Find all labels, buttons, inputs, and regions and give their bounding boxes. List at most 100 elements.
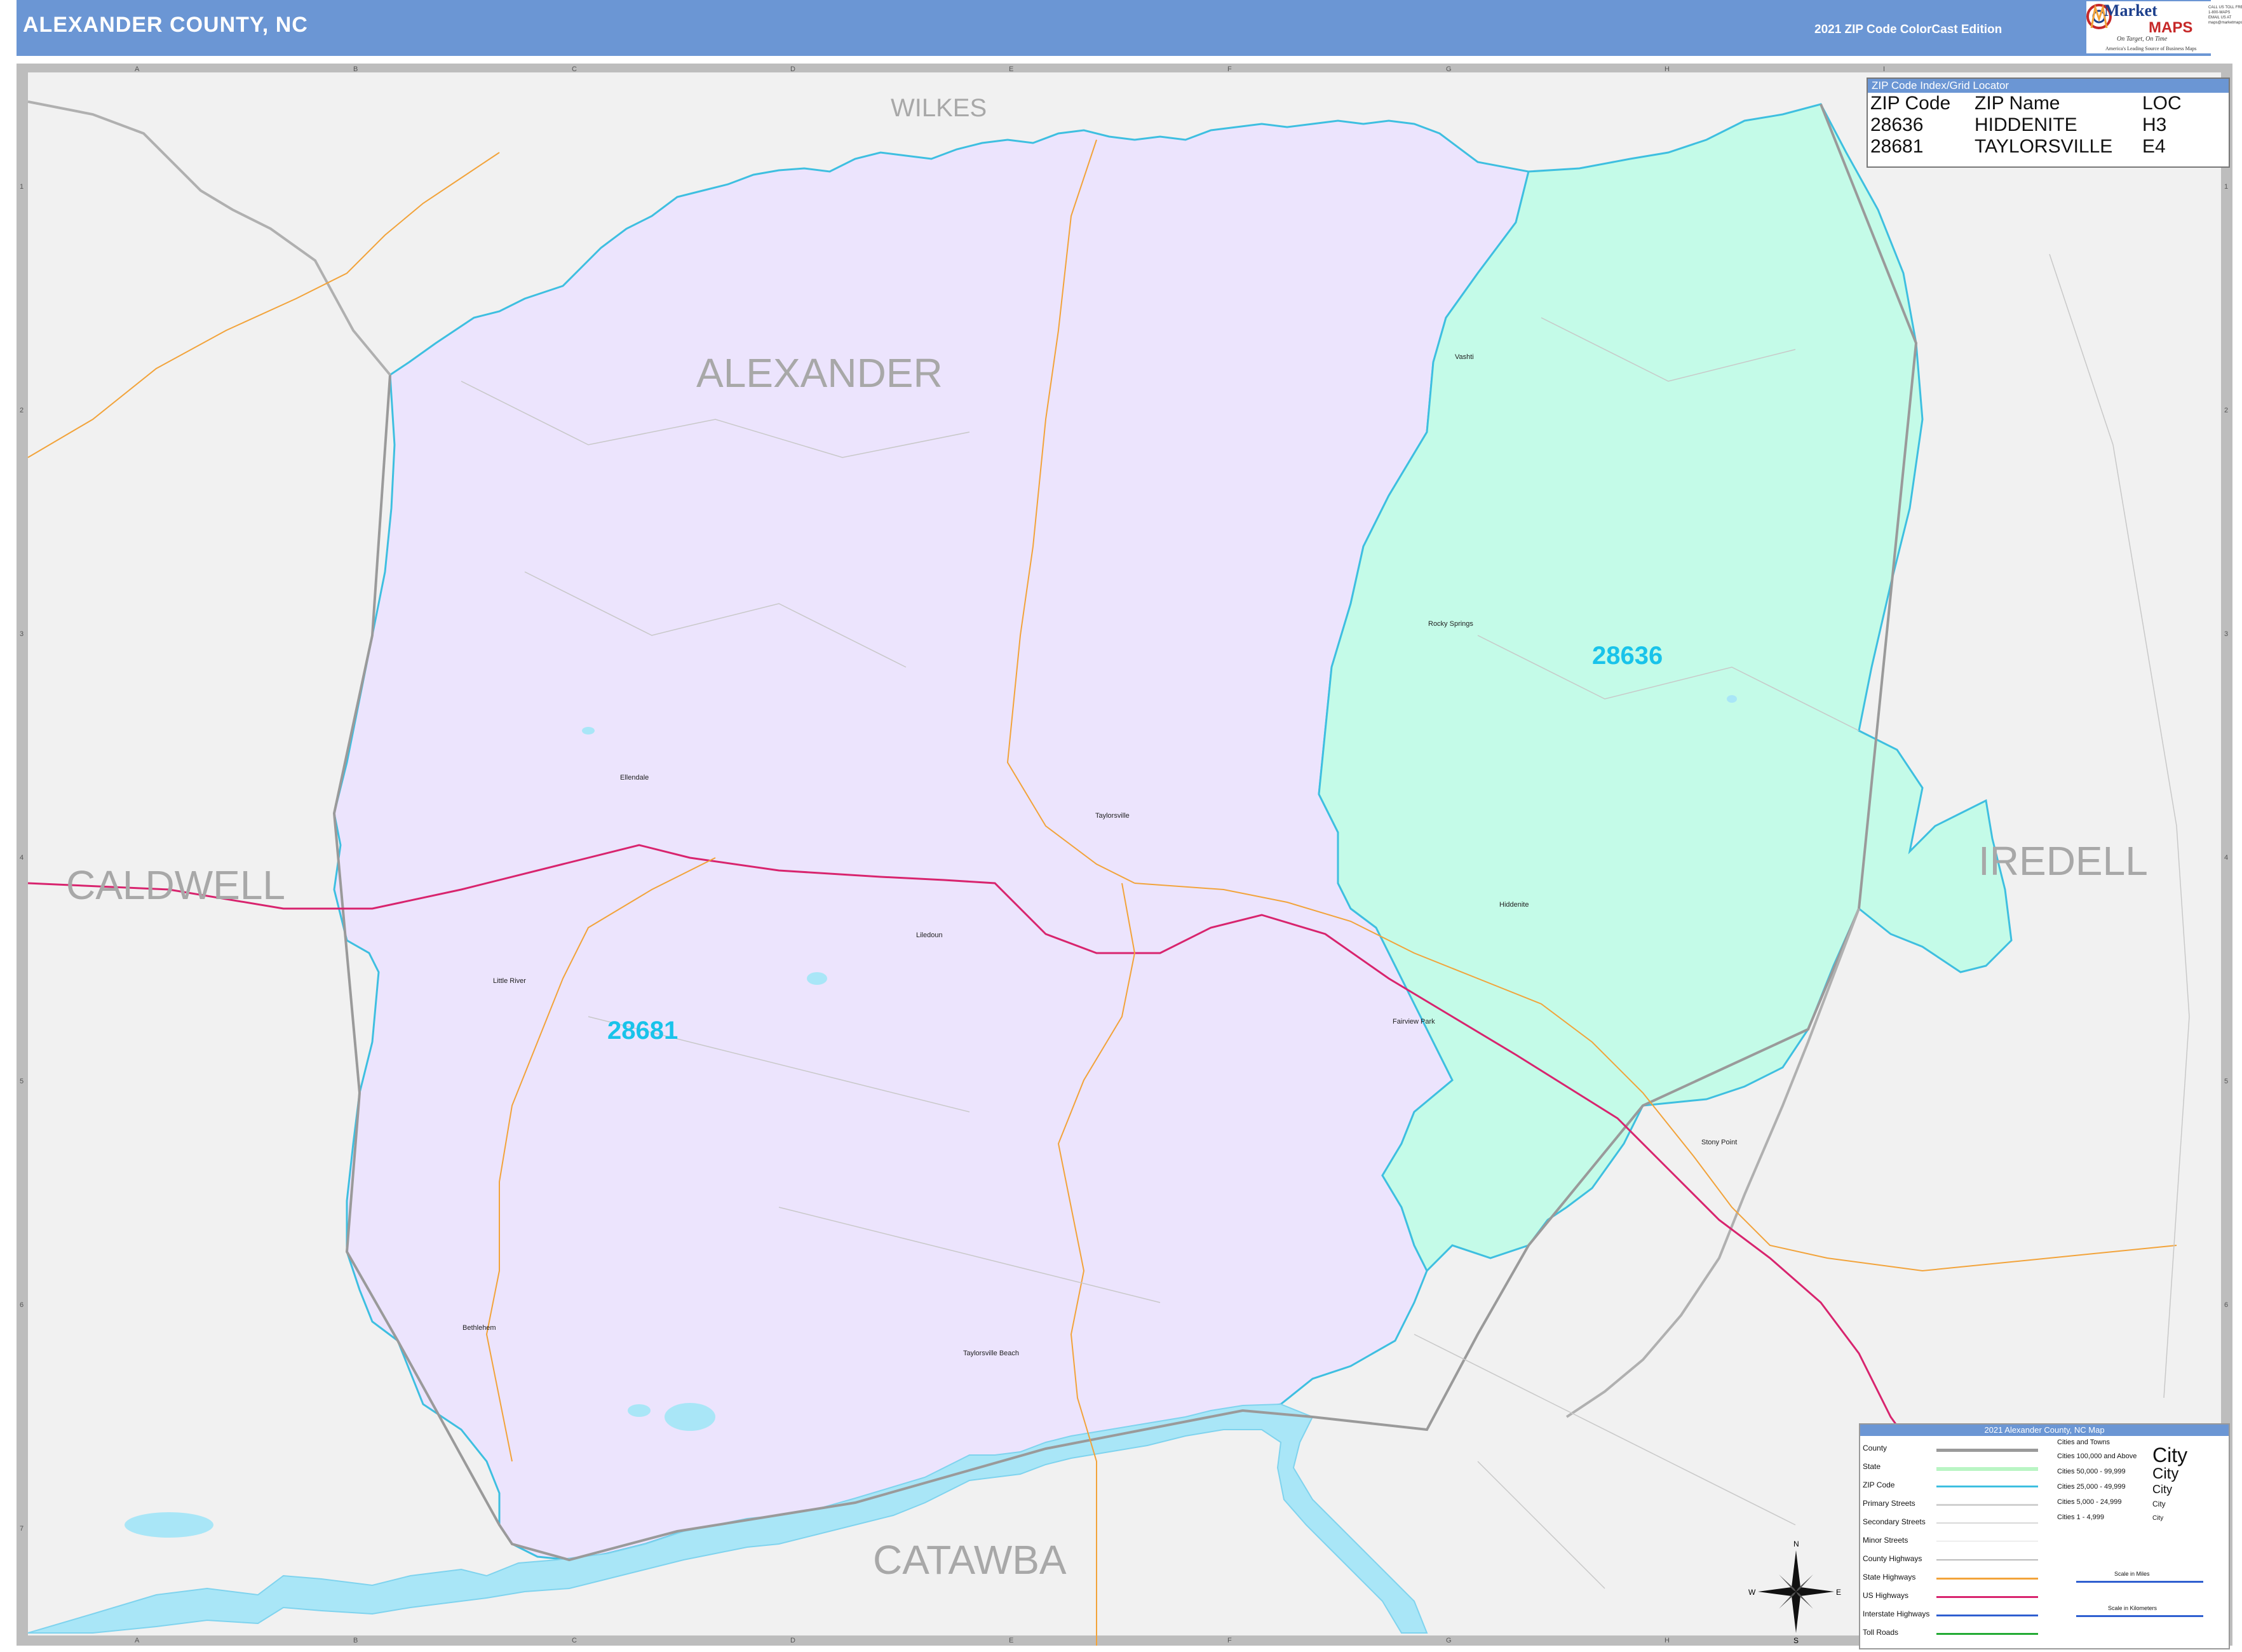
map-canvas[interactable] (17, 64, 2232, 1646)
grid-col-b: B (353, 65, 358, 73)
legend-city-sample-2: City (2152, 1465, 2179, 1482)
grid-col-h-bottom: H (1665, 1637, 1670, 1644)
grid-col-f: F (1227, 65, 1232, 73)
legend-county-highways: County Highways (1863, 1554, 1922, 1563)
grid-col-i: I (1883, 65, 1886, 73)
place-ellendale: Ellendale (620, 774, 649, 782)
legend-cities-header: Cities and Towns (2057, 1439, 2110, 1446)
zip-index-header: LOC (2142, 93, 2182, 114)
map-area[interactable]: A B C D E F G H I A B C D E F G H 1 2 3 … (17, 64, 2232, 1646)
grid-col-f-bottom: F (1227, 1637, 1232, 1644)
county-label-alexander: ALEXANDER (696, 350, 943, 396)
legend-scale-miles: Scale in Miles (2114, 1571, 2150, 1577)
zip-index-title: ZIP Code Index/Grid Locator (1868, 79, 2229, 93)
grid-row-3-right: 3 (2224, 630, 2229, 638)
place-hiddenite: Hiddenite (1499, 901, 1529, 909)
grid-row-1: 1 (20, 183, 24, 191)
legend-state: State (1863, 1462, 1881, 1471)
zip-loc-cell: E4 (2142, 136, 2166, 157)
map-legend: 2021 Alexander County, NC Map County Sta… (1859, 1423, 2230, 1649)
legend-interstate-highways: Interstate Highways (1863, 1609, 1930, 1618)
compass-n: N (1793, 1540, 1799, 1548)
place-liledoun: Liledoun (916, 931, 943, 939)
scale-bar-miles (2076, 1581, 2203, 1583)
legend-state-swatch (1936, 1467, 2038, 1471)
grid-row-1-right: 1 (2224, 183, 2229, 191)
county-label-caldwell: CALDWELL (66, 862, 285, 908)
contact-line: 1-800-MAPS (2208, 11, 2231, 15)
place-stony-point: Stony Point (1701, 1139, 1738, 1146)
grid-col-d-bottom: D (790, 1637, 795, 1644)
grid-col-g: G (1446, 65, 1452, 73)
map-title: ALEXANDER COUNTY, NC (23, 13, 308, 37)
grid-col-c: C (572, 65, 577, 73)
grid-col-a: A (135, 65, 140, 73)
grid-col-a-bottom: A (135, 1637, 140, 1644)
legend-county-hwy-swatch (1936, 1559, 2038, 1561)
compass-w: W (1748, 1588, 1756, 1597)
grid-row-2: 2 (20, 407, 24, 414)
legend-state-hwy-swatch (1936, 1578, 2038, 1580)
legend-primary-swatch (1936, 1504, 2038, 1506)
zip-loc-cell: H3 (2142, 114, 2167, 135)
legend-primary-streets: Primary Streets (1863, 1499, 1915, 1508)
logo-subtitle: America's Leading Source of Business Map… (2105, 46, 2197, 51)
place-taylorsville-beach: Taylorsville Beach (963, 1350, 1020, 1357)
place-bethlehem: Bethlehem (463, 1324, 496, 1332)
grid-col-e: E (1009, 65, 1014, 73)
grid-col-d: D (790, 65, 795, 73)
legend-zip-swatch (1936, 1486, 2038, 1487)
grid-col-h: H (1665, 65, 1670, 73)
contact-line: CALL US TOLL FREE (2208, 6, 2242, 10)
zip-name-cell: TAYLORSVILLE (1975, 136, 2113, 157)
zip-name-cell: HIDDENITE (1975, 114, 2077, 135)
legend-city-sample-3: City (2152, 1483, 2172, 1496)
legend-interstate-swatch (1936, 1615, 2038, 1616)
place-vashti: Vashti (1455, 353, 1474, 361)
legend-city-class-1: Cities 100,000 and Above (2057, 1452, 2137, 1460)
contact-line: maps@marketmaps.com (2208, 21, 2242, 25)
place-fairview-park: Fairview Park (1393, 1018, 1435, 1026)
logo-brand-bottom: MAPS (2149, 19, 2193, 36)
grid-col-c-bottom: C (572, 1637, 577, 1644)
edition-label: 2021 ZIP Code ColorCast Edition (1814, 23, 2002, 36)
contact-line: EMAIL US AT (2208, 16, 2232, 20)
legend-county-swatch (1936, 1449, 2038, 1452)
legend-title: 2021 Alexander County, NC Map (1860, 1425, 2229, 1436)
legend-city-sample-5: City (2152, 1515, 2164, 1522)
legend-secondary-swatch (1936, 1522, 2038, 1524)
zip-index-header: ZIP Code (1870, 93, 1951, 114)
logo-tagline: On Target, On Time (2117, 36, 2168, 43)
legend-us-hwy-swatch (1936, 1596, 2038, 1598)
compass-rose-icon: N S E W (1748, 1540, 1841, 1645)
map-header: ALEXANDER COUNTY, NC 2021 ZIP Code Color… (17, 0, 2242, 56)
legend-zip-code: ZIP Code (1863, 1480, 1895, 1489)
zip-code-cell: 28636 (1870, 114, 1924, 135)
grid-col-e-bottom: E (1009, 1637, 1014, 1644)
grid-col-b-bottom: B (353, 1637, 358, 1644)
legend-state-highways: State Highways (1863, 1573, 1916, 1581)
legend-county: County (1863, 1444, 1887, 1452)
place-taylorsville: Taylorsville (1095, 812, 1130, 820)
county-label-catawba: CATAWBA (873, 1537, 1067, 1583)
legend-city-class-4: Cities 5,000 - 24,999 (2057, 1498, 2122, 1506)
legend-city-sample-4: City (2152, 1500, 2166, 1508)
logo-contact: CALL US TOLL FREE 1-800-MAPS EMAIL US AT… (2208, 5, 2242, 25)
place-little-river: Little River (493, 977, 526, 985)
grid-row-2-right: 2 (2224, 407, 2229, 414)
compass-e: E (1836, 1588, 1841, 1597)
legend-toll-roads: Toll Roads (1863, 1628, 1899, 1637)
compass-s: S (1793, 1636, 1799, 1645)
legend-city-class-3: Cities 25,000 - 49,999 (2057, 1483, 2126, 1491)
legend-secondary-streets: Secondary Streets (1863, 1517, 1926, 1526)
zip-index-header-row: ZIP Code ZIP Name LOC (1870, 93, 2182, 114)
legend-city-class-5: Cities 1 - 4,999 (2057, 1513, 2104, 1521)
grid-row-3: 3 (20, 630, 24, 638)
scale-bar-km (2076, 1615, 2203, 1617)
market-maps-logo: Market MAPS On Target, On Time America's… (2086, 1, 2242, 53)
logo-brand-top: Market (2104, 1, 2158, 20)
county-label-iredell: IREDELL (1978, 838, 2148, 884)
legend-minor-streets: Minor Streets (1863, 1536, 1908, 1545)
place-rocky-springs: Rocky Springs (1428, 620, 1473, 628)
legend-scale-km: Scale in Kilometers (2108, 1605, 2158, 1611)
